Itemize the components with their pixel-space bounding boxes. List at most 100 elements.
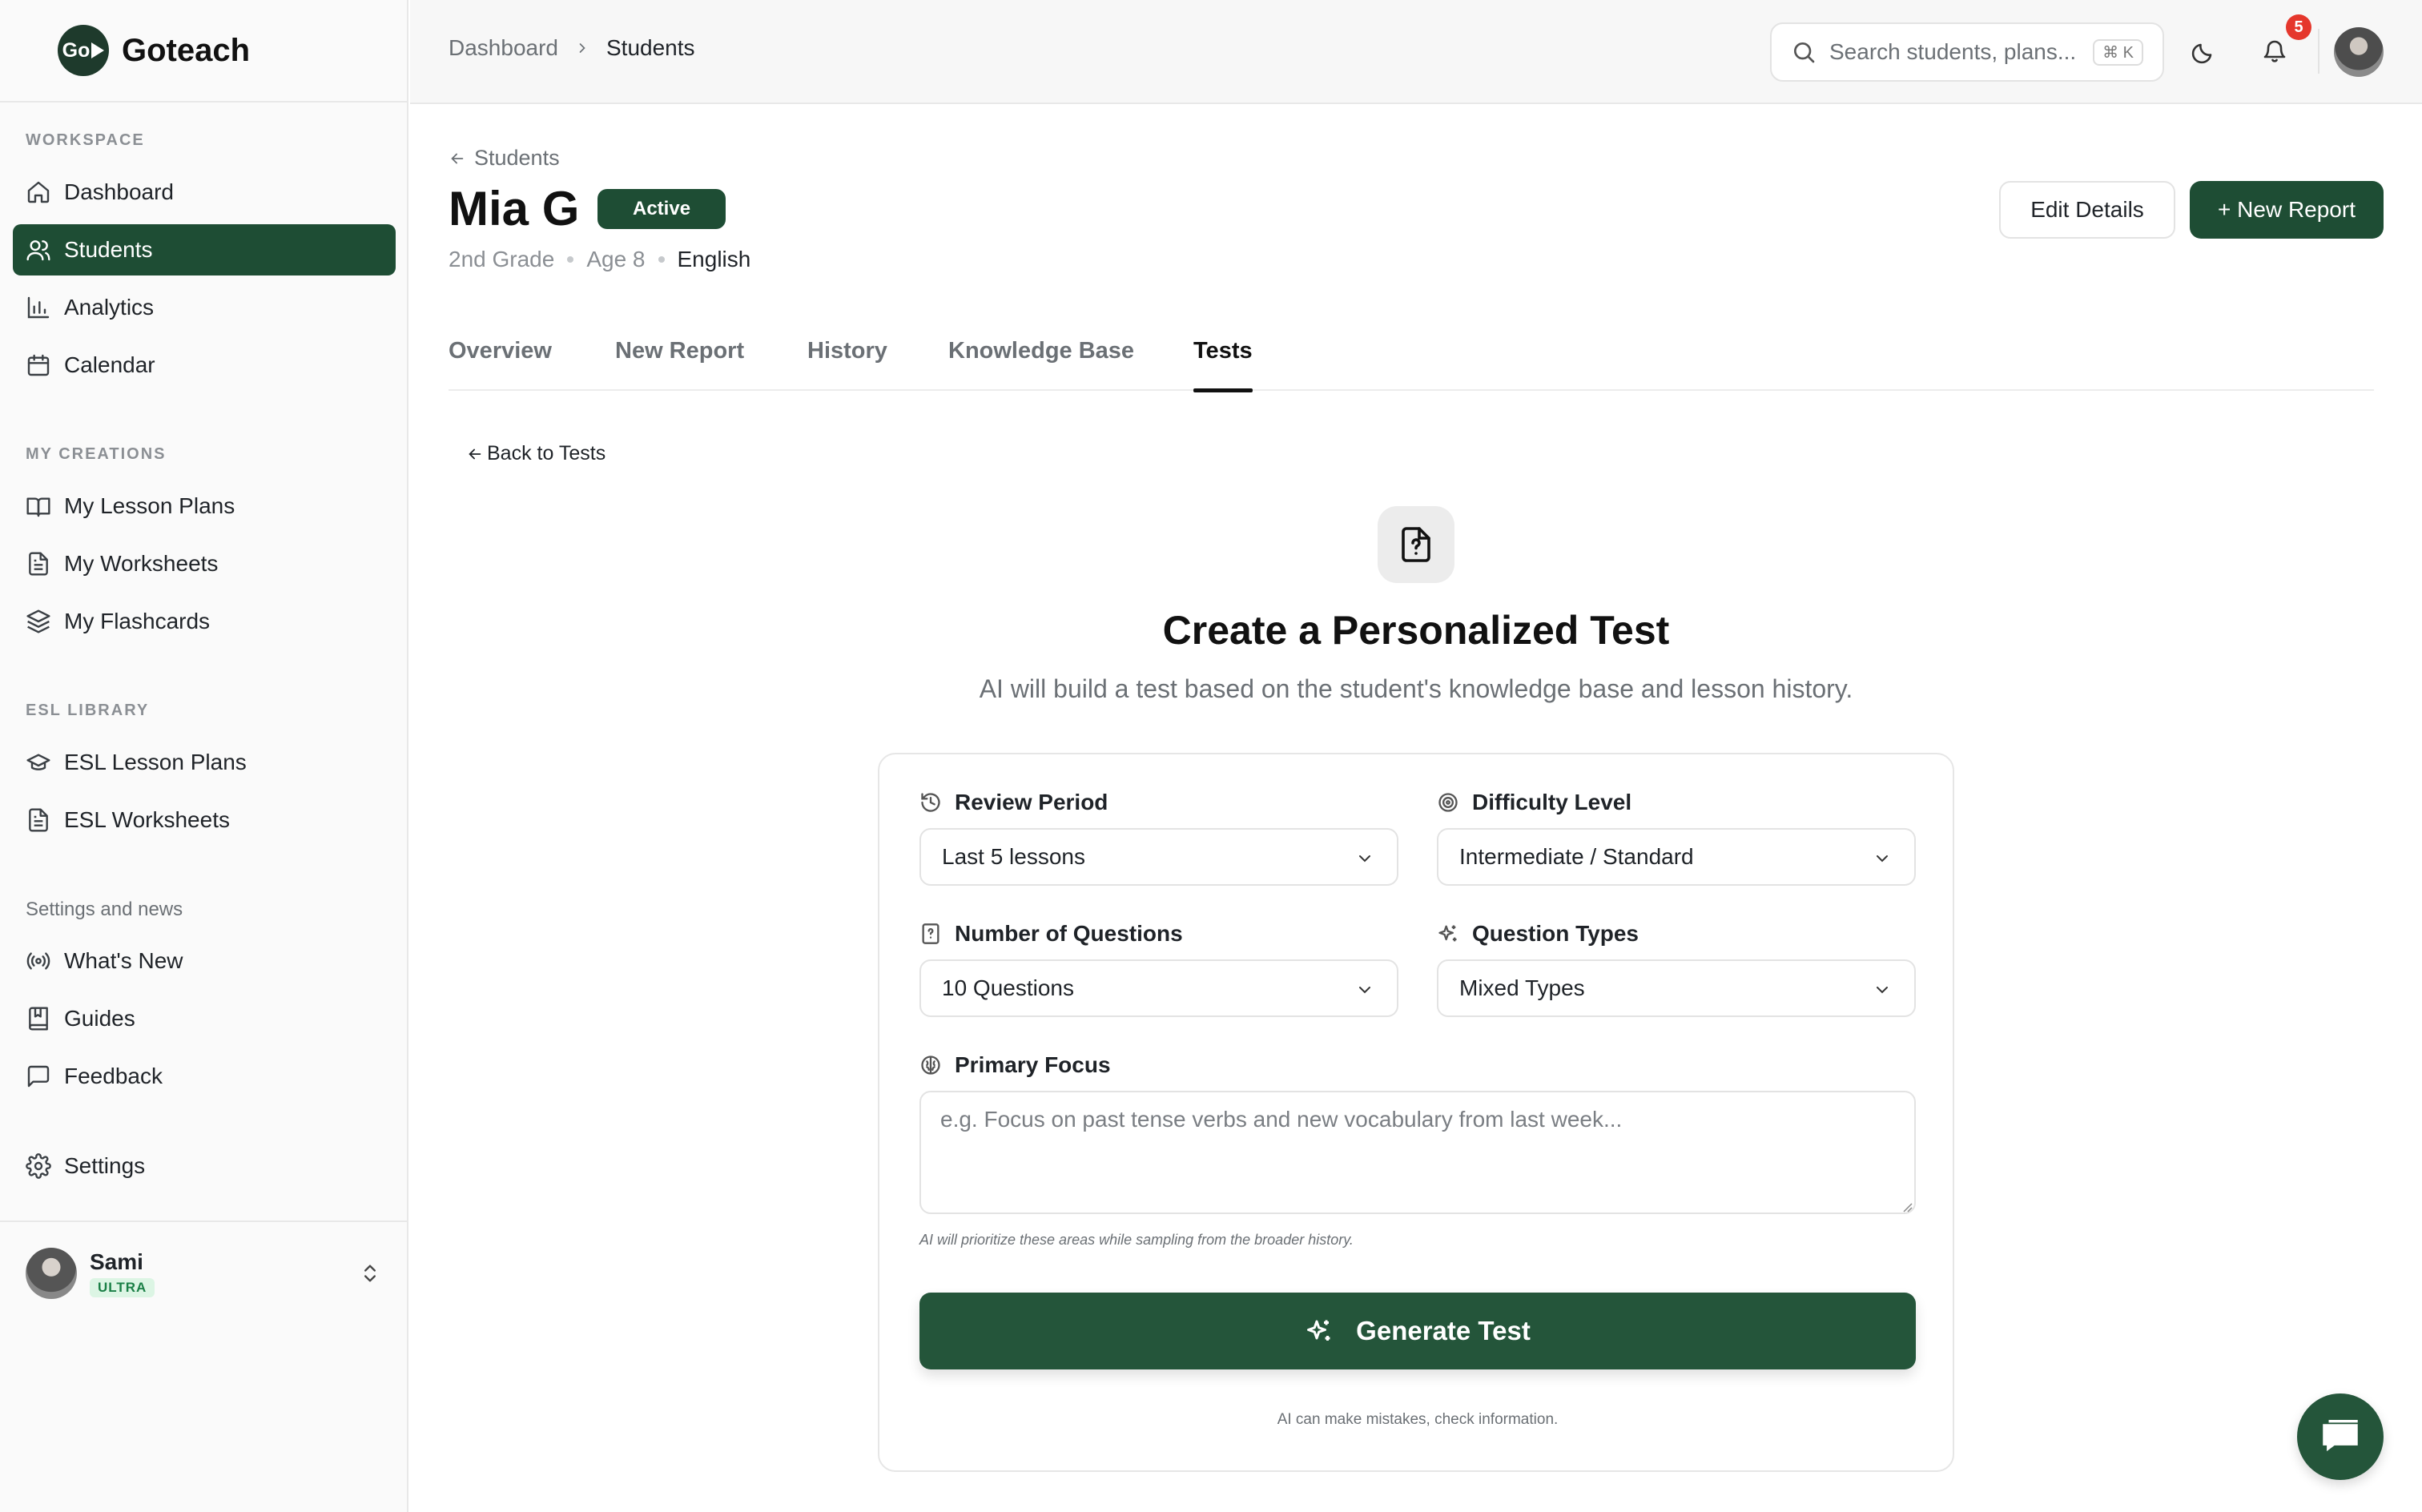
difficulty-label-text: Difficulty Level — [1472, 790, 1632, 814]
book-open-icon — [26, 497, 50, 517]
sidebar-item-settings[interactable]: Settings — [13, 1140, 396, 1192]
chevron-down-icon — [1877, 987, 1888, 994]
review-period-value: Last 5 lessons — [942, 844, 1085, 869]
sidebar-item-analytics[interactable]: Analytics — [13, 282, 396, 333]
search-box[interactable]: ⌘ K — [1770, 22, 2164, 82]
theme-toggle-moon-icon[interactable] — [2185, 32, 2223, 70]
chevron-down-icon — [1359, 987, 1370, 994]
difficulty-value: Intermediate / Standard — [1459, 844, 1694, 869]
meta-separator — [567, 256, 574, 263]
sidebar-item-esl-lesson-plans[interactable]: ESL Lesson Plans — [13, 737, 396, 788]
section-label-my-creations: MY CREATIONS — [26, 445, 167, 463]
student-meta: 2nd Grade Age 8 English — [449, 247, 750, 272]
brain-icon — [921, 1056, 940, 1075]
file-question-icon — [922, 923, 939, 944]
arrow-left-icon — [469, 448, 481, 459]
arrow-left-icon — [451, 153, 464, 163]
chat-support-button[interactable] — [2297, 1393, 2384, 1480]
chevron-down-icon — [1359, 855, 1370, 863]
user-menu[interactable]: Sami ULTRA — [0, 1220, 408, 1325]
primary-focus-label-text: Primary Focus — [955, 1052, 1111, 1077]
section-label-esl-library: ESL LIBRARY — [26, 702, 150, 719]
sidebar-item-label: ESL Worksheets — [64, 807, 230, 832]
num-questions-select[interactable]: 10 Questions — [919, 959, 1398, 1017]
file-text-icon — [29, 808, 48, 832]
sidebar-item-label: Calendar — [64, 352, 155, 377]
logo-mark: Go — [58, 25, 109, 76]
top-header: Dashboard Students ⌘ K 5 — [410, 0, 2422, 104]
edit-details-button[interactable]: Edit Details — [1999, 181, 2175, 239]
primary-focus-hint: AI will prioritize these areas while sam… — [919, 1232, 1354, 1248]
search-shortcut: ⌘ K — [2093, 38, 2143, 66]
logo-mark-text: Go — [62, 38, 91, 62]
question-types-value: Mixed Types — [1459, 975, 1585, 1000]
chevron-down-icon — [1877, 855, 1888, 863]
breadcrumb-item-dashboard[interactable]: Dashboard — [449, 35, 558, 61]
chevrons-up-down-icon — [364, 1265, 376, 1282]
back-to-students-label: Students — [474, 146, 560, 170]
back-to-students-link[interactable]: Students — [449, 146, 560, 171]
sidebar-item-label: Settings — [64, 1153, 146, 1178]
users-icon — [26, 240, 50, 261]
section-label-workspace: WORKSPACE — [26, 131, 145, 149]
tab-overview[interactable]: Overview — [449, 338, 552, 391]
sidebar-item-whats-new[interactable]: What's New — [13, 935, 396, 987]
sidebar-item-label: Analytics — [64, 295, 155, 320]
sidebar-item-label: Feedback — [64, 1064, 163, 1088]
review-period-label: Review Period — [919, 790, 1108, 815]
sidebar-item-dashboard[interactable]: Dashboard — [13, 167, 396, 218]
ai-disclaimer: AI can make mistakes, check information. — [1277, 1411, 1559, 1428]
tab-knowledge-base[interactable]: Knowledge Base — [948, 338, 1134, 391]
primary-focus-textarea[interactable] — [919, 1091, 1916, 1214]
generate-test-label: Generate Test — [1356, 1316, 1531, 1345]
tab-tests[interactable]: Tests — [1193, 338, 1253, 392]
form-title: Create a Personalized Test — [1162, 608, 1670, 653]
radio-icon — [26, 952, 50, 970]
test-form-card: Review Period Last 5 lessons Difficulty … — [878, 753, 1954, 1472]
sparkles-icon — [1307, 1320, 1330, 1341]
tab-bar: Overview New Report History Knowledge Ba… — [449, 332, 2374, 392]
graduation-cap-icon — [26, 754, 50, 770]
student-grade: 2nd Grade — [449, 247, 555, 271]
notification-badge: 5 — [2286, 14, 2311, 40]
chat-bubble-icon — [2323, 1419, 2358, 1452]
avatar[interactable] — [2334, 27, 2384, 77]
app-logo[interactable]: Go Goteach — [0, 0, 407, 103]
tier-badge: ULTRA — [90, 1278, 155, 1297]
difficulty-label: Difficulty Level — [1437, 790, 1631, 815]
sidebar-item-students[interactable]: Students — [13, 224, 396, 275]
book-icon — [29, 1007, 48, 1031]
sidebar-item-esl-worksheets[interactable]: ESL Worksheets — [13, 794, 396, 846]
generate-test-button[interactable]: Generate Test — [919, 1293, 1916, 1369]
breadcrumb: Dashboard Students — [449, 35, 695, 61]
tab-new-report[interactable]: New Report — [615, 338, 744, 391]
header-divider — [2318, 29, 2319, 74]
sidebar-item-calendar[interactable]: Calendar — [13, 340, 396, 391]
resize-handle-icon[interactable] — [1901, 1201, 1913, 1212]
sidebar-item-guides[interactable]: Guides — [13, 993, 396, 1044]
sidebar-item-label: My Worksheets — [64, 551, 219, 576]
back-to-tests-link[interactable]: Back to Tests — [466, 442, 606, 465]
question-types-label: Question Types — [1437, 921, 1639, 947]
form-subtitle: AI will build a test based on the studen… — [979, 674, 1853, 703]
status-badge: Active — [597, 189, 726, 229]
sidebar-item-label: Dashboard — [64, 179, 174, 204]
sidebar-item-my-worksheets[interactable]: My Worksheets — [13, 538, 396, 589]
back-to-tests-label: Back to Tests — [487, 442, 606, 464]
user-name: Sami — [90, 1249, 143, 1274]
search-input[interactable] — [1829, 39, 2086, 65]
new-report-button[interactable]: + New Report — [2190, 181, 2384, 239]
file-text-icon — [29, 552, 48, 576]
sidebar-item-my-lesson-plans[interactable]: My Lesson Plans — [13, 481, 396, 532]
history-icon — [921, 793, 940, 812]
review-period-select[interactable]: Last 5 lessons — [919, 828, 1398, 886]
difficulty-select[interactable]: Intermediate / Standard — [1437, 828, 1916, 886]
question-types-select[interactable]: Mixed Types — [1437, 959, 1916, 1017]
sidebar-item-label: ESL Lesson Plans — [64, 750, 247, 774]
app-name: Goteach — [122, 32, 251, 68]
sidebar-item-feedback[interactable]: Feedback — [13, 1051, 396, 1102]
bar-chart-icon — [27, 296, 50, 319]
tab-history[interactable]: History — [807, 338, 887, 391]
bell-icon[interactable] — [2255, 32, 2294, 70]
avatar — [26, 1248, 77, 1299]
